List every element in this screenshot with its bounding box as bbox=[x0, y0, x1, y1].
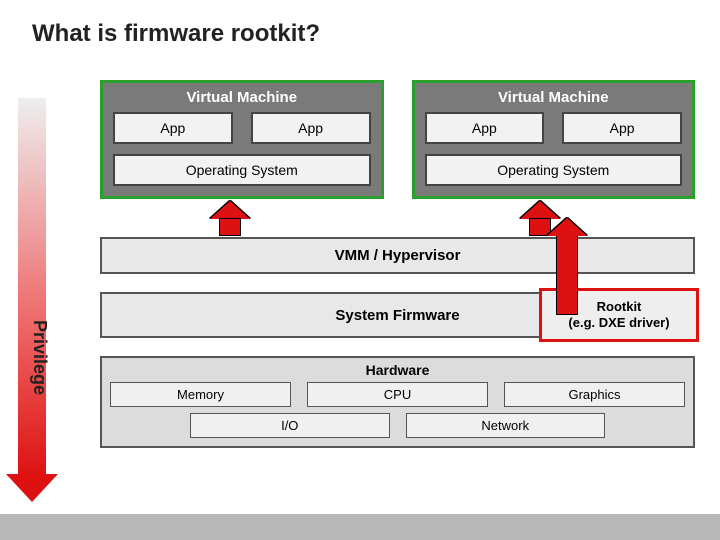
app-row: App App bbox=[113, 112, 371, 144]
hardware-row-2: I/O Network bbox=[110, 413, 685, 438]
hw-memory: Memory bbox=[110, 382, 291, 407]
vmm-layer: VMM / Hypervisor bbox=[100, 237, 695, 274]
hw-cpu: CPU bbox=[307, 382, 488, 407]
vm-heading: Virtual Machine bbox=[425, 89, 683, 106]
firmware-label: System Firmware bbox=[335, 307, 459, 324]
app-box: App bbox=[562, 112, 682, 144]
privilege-arrow-head-icon bbox=[6, 474, 58, 502]
arrow-row-top bbox=[100, 199, 695, 237]
os-box: Operating System bbox=[113, 154, 371, 186]
hw-graphics: Graphics bbox=[504, 382, 685, 407]
rootkit-arrow-body bbox=[556, 235, 578, 315]
arrow-up-icon bbox=[210, 201, 250, 219]
rootkit-arrow-head-icon bbox=[547, 218, 587, 236]
app-row: App App bbox=[425, 112, 683, 144]
hardware-row-1: Memory CPU Graphics bbox=[110, 382, 685, 407]
firmware-layer: System Firmware Rootkit (e.g. DXE driver… bbox=[100, 292, 695, 338]
vm-heading: Virtual Machine bbox=[113, 89, 371, 106]
privilege-axis-label: Privilege bbox=[29, 320, 50, 395]
virtual-machine-left: Virtual Machine App App Operating System bbox=[100, 80, 384, 199]
app-box: App bbox=[425, 112, 545, 144]
rootkit-label-line2: (e.g. DXE driver) bbox=[542, 315, 696, 331]
privilege-arrow-body bbox=[18, 98, 46, 478]
app-box: App bbox=[251, 112, 371, 144]
arrow-up-body bbox=[219, 218, 241, 236]
arrow-up-icon bbox=[520, 201, 560, 219]
architecture-diagram: Virtual Machine App App Operating System… bbox=[100, 80, 695, 448]
app-box: App bbox=[113, 112, 233, 144]
vm-row: Virtual Machine App App Operating System… bbox=[100, 80, 695, 199]
slide-title: What is firmware rootkit? bbox=[32, 20, 320, 48]
hardware-layer: Hardware Memory CPU Graphics I/O Network bbox=[100, 356, 695, 448]
virtual-machine-right: Virtual Machine App App Operating System bbox=[412, 80, 696, 199]
os-box: Operating System bbox=[425, 154, 683, 186]
hardware-heading: Hardware bbox=[110, 362, 685, 378]
hw-network: Network bbox=[406, 413, 606, 438]
hw-io: I/O bbox=[190, 413, 390, 438]
footer-bar bbox=[0, 514, 720, 540]
